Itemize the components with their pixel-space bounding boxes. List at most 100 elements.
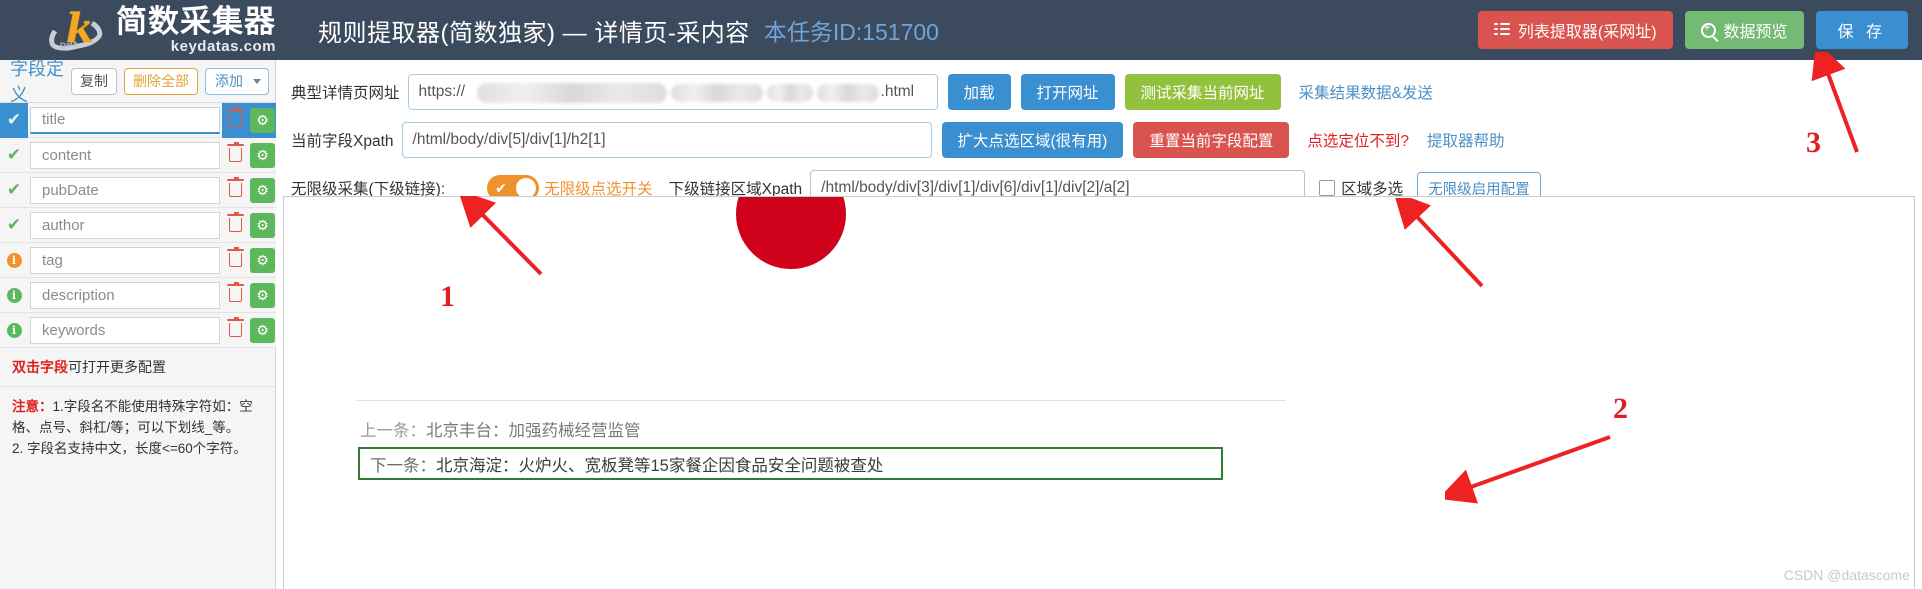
result-data-link[interactable]: 采集结果数据&发送 [1299,81,1433,103]
trash-icon [227,282,244,302]
watermark: CSDN @datascome [1783,567,1910,583]
copy-button[interactable]: 复制 [71,67,117,95]
field-name-input[interactable]: pubDate [30,176,220,204]
field-row-description[interactable]: i description ⚙ [0,278,276,313]
field-name-input[interactable]: tag [30,246,220,274]
expand-click-area-button[interactable]: 扩大点选区域(很有用) [941,122,1124,158]
field-name-input[interactable]: keywords [30,316,220,344]
field-name-input[interactable]: author [30,211,220,239]
data-preview-label: 数据预览 [1723,24,1788,41]
gear-icon: ⚙ [250,247,275,273]
field-settings-button[interactable]: ⚙ [249,313,276,348]
sidebar-title: 字段定义 [10,59,64,105]
save-button[interactable]: 保 存 [1815,11,1908,49]
add-field-button[interactable]: 添加 [205,67,269,95]
preview-prev-text: 北京丰台：加强药械经营监管 [426,422,641,440]
add-label: 添加 [215,73,243,89]
gear-icon: ⚙ [250,282,275,308]
field-settings-button[interactable]: ⚙ [249,278,276,313]
delete-field-button[interactable] [222,138,249,173]
gear-icon: ⚙ [250,142,275,168]
xpath-input[interactable]: /html/body/div[5]/div[1]/h2[1] [401,122,932,158]
check-icon: ✔ [495,180,507,196]
delete-field-button[interactable] [222,313,249,348]
sidebar-warning: 注意：1.字段名不能使用特殊字符如：空 格、点号、斜杠/等；可以下划线_等。 2… [0,387,275,468]
annotation-number-3: 3 [1806,126,1821,159]
preview-next-lead: 下一条： [370,456,436,475]
field-status-icon: i [0,243,28,278]
preview-prev-item[interactable]: 上一条：北京丰台：加强药械经营监管 [360,417,641,441]
field-settings-button[interactable]: ⚙ [249,102,276,138]
delete-all-button[interactable]: 删除全部 [124,67,198,95]
trash-icon [227,177,244,197]
load-button[interactable]: 加载 [947,74,1011,110]
task-id-label: 本任务ID:151700 [763,19,939,45]
field-settings-button[interactable]: ⚙ [249,173,276,208]
delete-field-button[interactable] [222,278,249,313]
main-panel: 典型详情页网址 https:// .html 加载 打开网址 测试采集当前网址 … [277,60,1922,589]
field-row-content[interactable]: ✔ content ⚙ [0,138,276,173]
page-title: 规则提取器(简数独家) — 详情页-采内容 [318,19,750,47]
url-prefix: https:// [418,83,466,100]
sidebar-warning-line1: 1.字段名不能使用特殊字符如：空 [52,399,253,414]
gear-icon: ⚙ [250,177,275,203]
zoom-in-icon [1700,20,1716,38]
open-url-label: 打开网址 [1036,85,1099,102]
preview-divider [356,400,1286,401]
field-row-title[interactable]: ✔ title ⚙ [0,102,276,138]
field-status-icon: ✔ [0,102,28,138]
preview-next-item-highlighted[interactable]: 下一条： 北京海淀：火炉火、宽板凳等15家餐企因食品安全问题被查处 [358,447,1223,480]
preview-prev-lead: 上一条： [360,422,426,440]
sidebar-hint-rest: 可打开更多配置 [68,359,166,375]
xpath-row: 当前字段Xpath /html/body/div[5]/div[1]/h2[1]… [277,122,1922,158]
brand-name-cn: 简数采集器 [116,4,276,39]
field-status-icon: ✔ [6,215,22,234]
extractor-help-link[interactable]: 提取器帮助 [1427,129,1505,151]
page-preview[interactable]: 上一条：北京丰台：加强药械经营监管 下一条： 北京海淀：火炉火、宽板凳等15家餐企… [283,196,1915,589]
list-extractor-button[interactable]: 列表提取器(采网址) [1477,11,1673,49]
url-input[interactable]: https:// .html [407,74,938,110]
data-preview-button[interactable]: 数据预览 [1684,11,1804,49]
expand-click-area-label: 扩大点选区域(很有用) [957,133,1108,150]
url-label: 典型详情页网址 [291,85,400,102]
field-name-input[interactable]: title [30,106,220,134]
trash-icon [227,107,244,127]
sidebar-warning-line2: 格、点号、斜杠/等；可以下划线_等。 [12,420,240,435]
field-row-author[interactable]: ✔ author ⚙ [0,208,276,243]
xpath-label: 当前字段Xpath [291,133,394,150]
test-collect-button[interactable]: 测试采集当前网址 [1124,74,1281,110]
preview-next-text: 北京海淀：火炉火、宽板凳等15家餐企因食品安全问题被查处 [436,456,884,475]
copy-label: 复制 [80,73,108,89]
cannot-select-link[interactable]: 点选定位不到? [1307,129,1409,151]
sidebar-warning-bold: 注意： [12,399,53,414]
sidebar-hint-bold: 双击字段 [12,359,68,375]
app-header: k Data 简数采集器 keydatas.com 规则提取器(简数独家) — … [0,0,1922,60]
annotation-number-1: 1 [440,280,455,313]
app-root: k Data 简数采集器 keydatas.com 规则提取器(简数独家) — … [0,0,1922,589]
field-row-keywords[interactable]: i keywords ⚙ [0,313,276,348]
sidebar-header: 字段定义 复制 删除全部 添加 [0,59,275,105]
test-collect-label: 测试采集当前网址 [1140,85,1265,102]
extractor-form: 典型详情页网址 https:// .html 加载 打开网址 测试采集当前网址 … [277,60,1922,206]
reset-field-config-button[interactable]: 重置当前字段配置 [1133,122,1290,158]
field-name-input[interactable]: description [30,281,220,309]
field-settings-button[interactable]: ⚙ [249,243,276,278]
delete-field-button[interactable] [222,208,249,243]
delete-field-button[interactable] [222,173,249,208]
field-name-input[interactable]: content [30,141,220,169]
field-settings-button[interactable]: ⚙ [249,208,276,243]
delete-field-button[interactable] [222,243,249,278]
field-list: ✔ title ⚙ ✔ content ⚙ ✔ pubDate ⚙ ✔ auth… [0,102,276,348]
field-settings-button[interactable]: ⚙ [249,138,276,173]
sidebar-warning-line3: 2. 字段名支持中文，长度<=60个字符。 [12,441,247,456]
delete-field-button[interactable] [222,102,249,138]
open-url-button[interactable]: 打开网址 [1020,74,1115,110]
field-sidebar: 字段定义 复制 删除全部 添加 ✔ title ⚙ ✔ content ⚙ ✔ … [0,59,276,589]
info-icon: i [6,322,22,338]
field-row-tag[interactable]: i tag ⚙ [0,243,276,278]
field-row-pubdate[interactable]: ✔ pubDate ⚙ [0,173,276,208]
field-status-icon: i [0,278,28,313]
url-suffix: .html [880,83,915,100]
list-icon [1493,23,1510,37]
trash-icon [227,247,244,267]
